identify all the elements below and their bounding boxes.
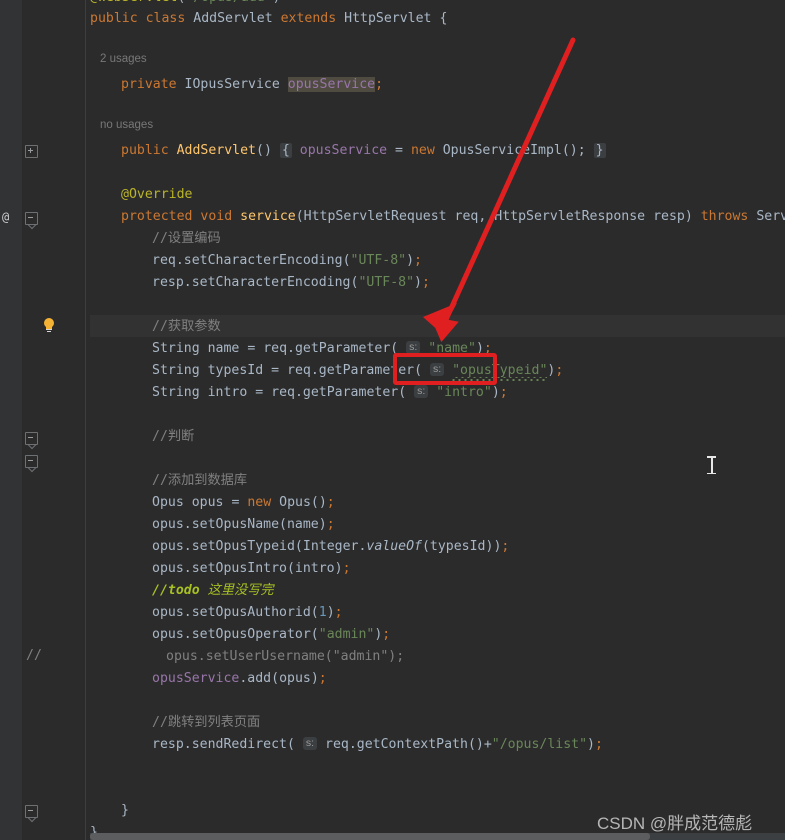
text-cursor-ibeam [707, 456, 716, 474]
horizontal-scrollbar[interactable] [90, 833, 785, 840]
fold-expand-icon[interactable] [25, 145, 38, 158]
code-line-override-annotation[interactable]: @Override [90, 184, 192, 206]
code-line-setopusintro[interactable]: opus.setOpusIntro(intro); [90, 558, 351, 580]
horizontal-scrollbar-thumb[interactable] [90, 833, 650, 840]
fold-region-strip [85, 0, 86, 840]
code-line-comment-adddb[interactable]: //添加到数据库 [90, 470, 247, 492]
fold-collapse-icon-2[interactable] [25, 432, 38, 445]
code-line-new-opus[interactable]: Opus opus = new Opus(); [90, 492, 335, 514]
code-line-constructor[interactable]: public AddServlet() { opusService = new … [90, 140, 606, 162]
code-line-comment-encoding[interactable]: //设置编码 [90, 228, 221, 250]
code-line-comment-redirect[interactable]: //跳转到列表页面 [90, 712, 260, 734]
annotation-gutter-strip[interactable] [0, 0, 22, 840]
code-line-setopusauthorid[interactable]: opus.setOpusAuthorid(1); [90, 602, 343, 624]
fold-collapse-icon-3[interactable] [25, 455, 38, 468]
commented-line-marker: // [26, 648, 42, 663]
code-line-method-close-brace[interactable]: } [90, 800, 129, 822]
code-line-get-intro[interactable]: String intro = req.getParameter( s: "int… [90, 382, 508, 404]
code-line-service-method[interactable]: protected void service(HttpServletReques… [90, 206, 785, 228]
code-line-comment-getparams[interactable]: //获取参数 [90, 316, 221, 338]
code-line-comment-judge[interactable]: //判断 [90, 426, 194, 448]
code-line-get-opustypeid[interactable]: String typesId = req.getParameter( s: "o… [90, 360, 563, 382]
code-line-sendredirect[interactable]: resp.sendRedirect( s: req.getContextPath… [90, 734, 603, 756]
code-line-setopustypeid[interactable]: opus.setOpusTypeid(Integer.valueOf(types… [90, 536, 509, 558]
code-line-setuserusername-commented[interactable]: opus.setUserUsername("admin"); [90, 646, 404, 668]
annotation-at-icon[interactable]: @ [2, 210, 9, 224]
code-line-field-opusservice[interactable]: private IOpusService opusService; [90, 74, 383, 96]
code-line-class-decl[interactable]: public class AddServlet extends HttpServ… [90, 8, 447, 30]
code-content[interactable]: @WebServlet("/opus/add") public class Ad… [90, 0, 785, 840]
lightbulb-intention-icon[interactable] [42, 318, 56, 333]
fold-collapse-method-icon[interactable] [25, 212, 38, 225]
code-line-resp-setencoding[interactable]: resp.setCharacterEncoding("UTF-8"); [90, 272, 430, 294]
code-line-setopusoperator[interactable]: opus.setOpusOperator("admin"); [90, 624, 390, 646]
editor-gutter[interactable] [22, 0, 90, 840]
code-line-todo-comment[interactable]: //todo 这里没写完 [90, 580, 274, 602]
fold-collapse-icon-4[interactable] [25, 805, 38, 818]
code-line-setopusname[interactable]: opus.setOpusName(name); [90, 514, 335, 536]
code-line-req-setencoding[interactable]: req.setCharacterEncoding("UTF-8"); [90, 250, 422, 272]
intellij-editor-window: @ // 2 usages no usages @WebServlet("/op… [0, 0, 785, 840]
code-line-opusservice-add[interactable]: opusService.add(opus); [90, 668, 327, 690]
code-line-get-name[interactable]: String name = req.getParameter( s: "name… [90, 338, 492, 360]
csdn-watermark: CSDN @胖成范德彪 [597, 814, 753, 833]
